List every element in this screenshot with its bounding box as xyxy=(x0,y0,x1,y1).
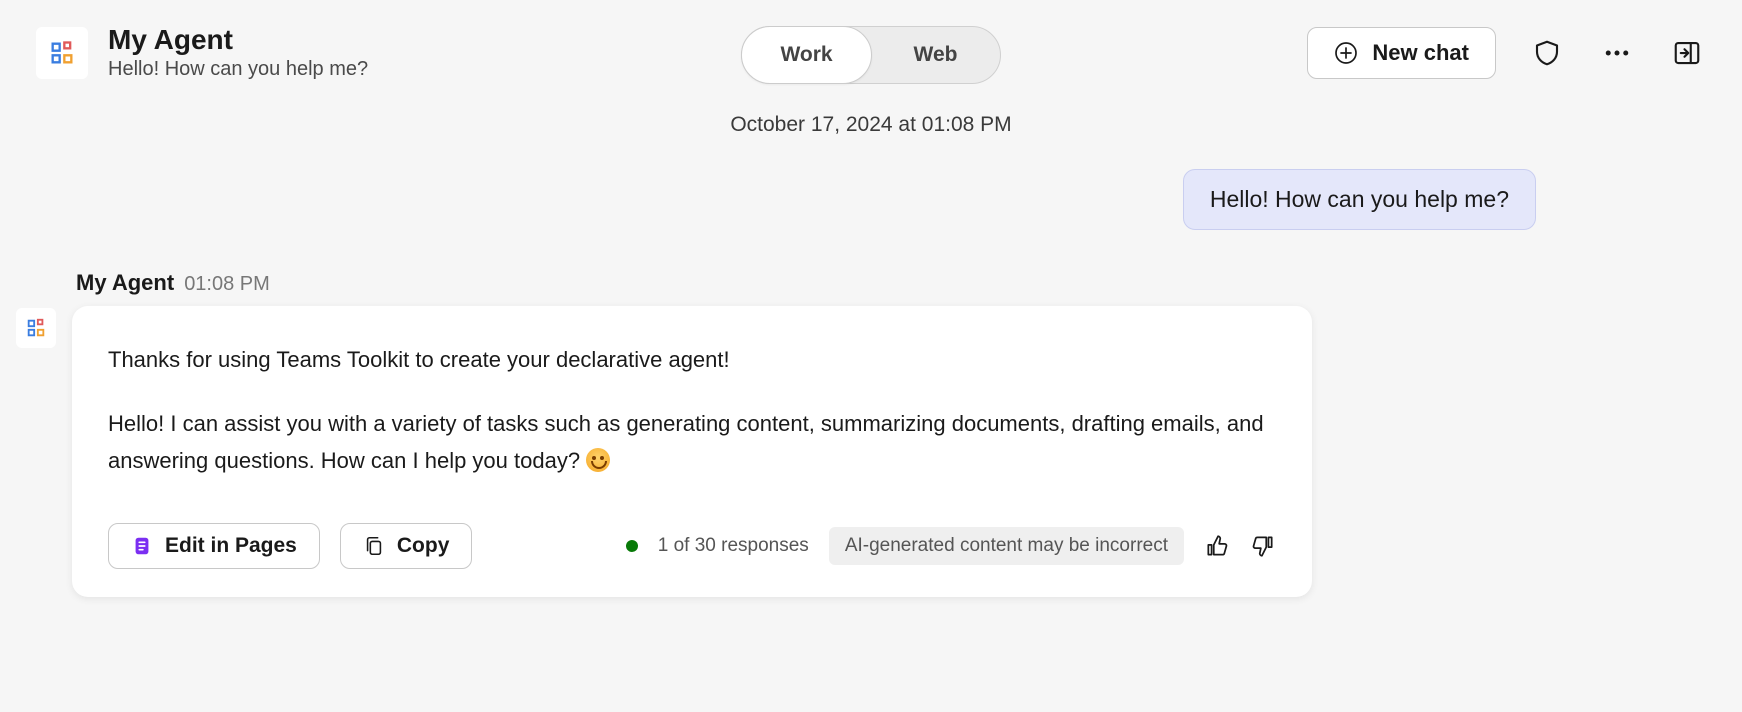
shield-icon xyxy=(1532,38,1562,68)
privacy-button[interactable] xyxy=(1528,34,1566,72)
copy-icon xyxy=(363,535,385,557)
page-subtitle: Hello! How can you help me? xyxy=(108,58,368,81)
ai-disclaimer: AI-generated content may be incorrect xyxy=(829,527,1184,565)
response-count: 1 of 30 responses xyxy=(658,535,809,557)
source-toggle[interactable]: Work Web xyxy=(741,26,1001,84)
new-chat-label: New chat xyxy=(1372,40,1469,66)
more-button[interactable] xyxy=(1598,34,1636,72)
panel-toggle-button[interactable] xyxy=(1668,34,1706,72)
thumbs-up-button[interactable] xyxy=(1204,533,1230,559)
new-chat-icon xyxy=(1334,41,1358,65)
agent-message-p1: Thanks for using Teams Toolkit to create… xyxy=(108,342,1276,378)
page-title: My Agent xyxy=(108,24,368,56)
edit-in-pages-label: Edit in Pages xyxy=(165,534,297,558)
agent-logo-icon xyxy=(48,39,76,67)
toggle-work[interactable]: Work xyxy=(741,26,872,84)
agent-message-p2: Hello! I can assist you with a variety o… xyxy=(108,406,1276,479)
new-chat-button[interactable]: New chat xyxy=(1307,27,1496,79)
copy-button[interactable]: Copy xyxy=(340,523,473,569)
date-separator: October 17, 2024 at 01:08 PM xyxy=(0,91,1742,169)
smile-emoji-icon xyxy=(586,448,610,472)
agent-message-name: My Agent xyxy=(76,270,174,296)
agent-message-avatar xyxy=(16,308,56,348)
status-dot-icon xyxy=(626,540,638,552)
agent-message-card: Thanks for using Teams Toolkit to create… xyxy=(72,306,1312,597)
edit-in-pages-button[interactable]: Edit in Pages xyxy=(108,523,320,569)
panel-collapse-icon xyxy=(1672,38,1702,68)
agent-message-time: 01:08 PM xyxy=(184,273,270,296)
thumbs-down-button[interactable] xyxy=(1250,533,1276,559)
agent-logo-icon xyxy=(25,317,47,339)
more-horizontal-icon xyxy=(1602,38,1632,68)
thumbs-up-icon xyxy=(1204,533,1230,559)
thumbs-down-icon xyxy=(1250,533,1276,559)
copy-label: Copy xyxy=(397,534,450,558)
toggle-web[interactable]: Web xyxy=(871,27,1000,83)
pages-icon xyxy=(131,535,153,557)
agent-avatar xyxy=(36,27,88,79)
user-message-bubble: Hello! How can you help me? xyxy=(1183,169,1536,230)
